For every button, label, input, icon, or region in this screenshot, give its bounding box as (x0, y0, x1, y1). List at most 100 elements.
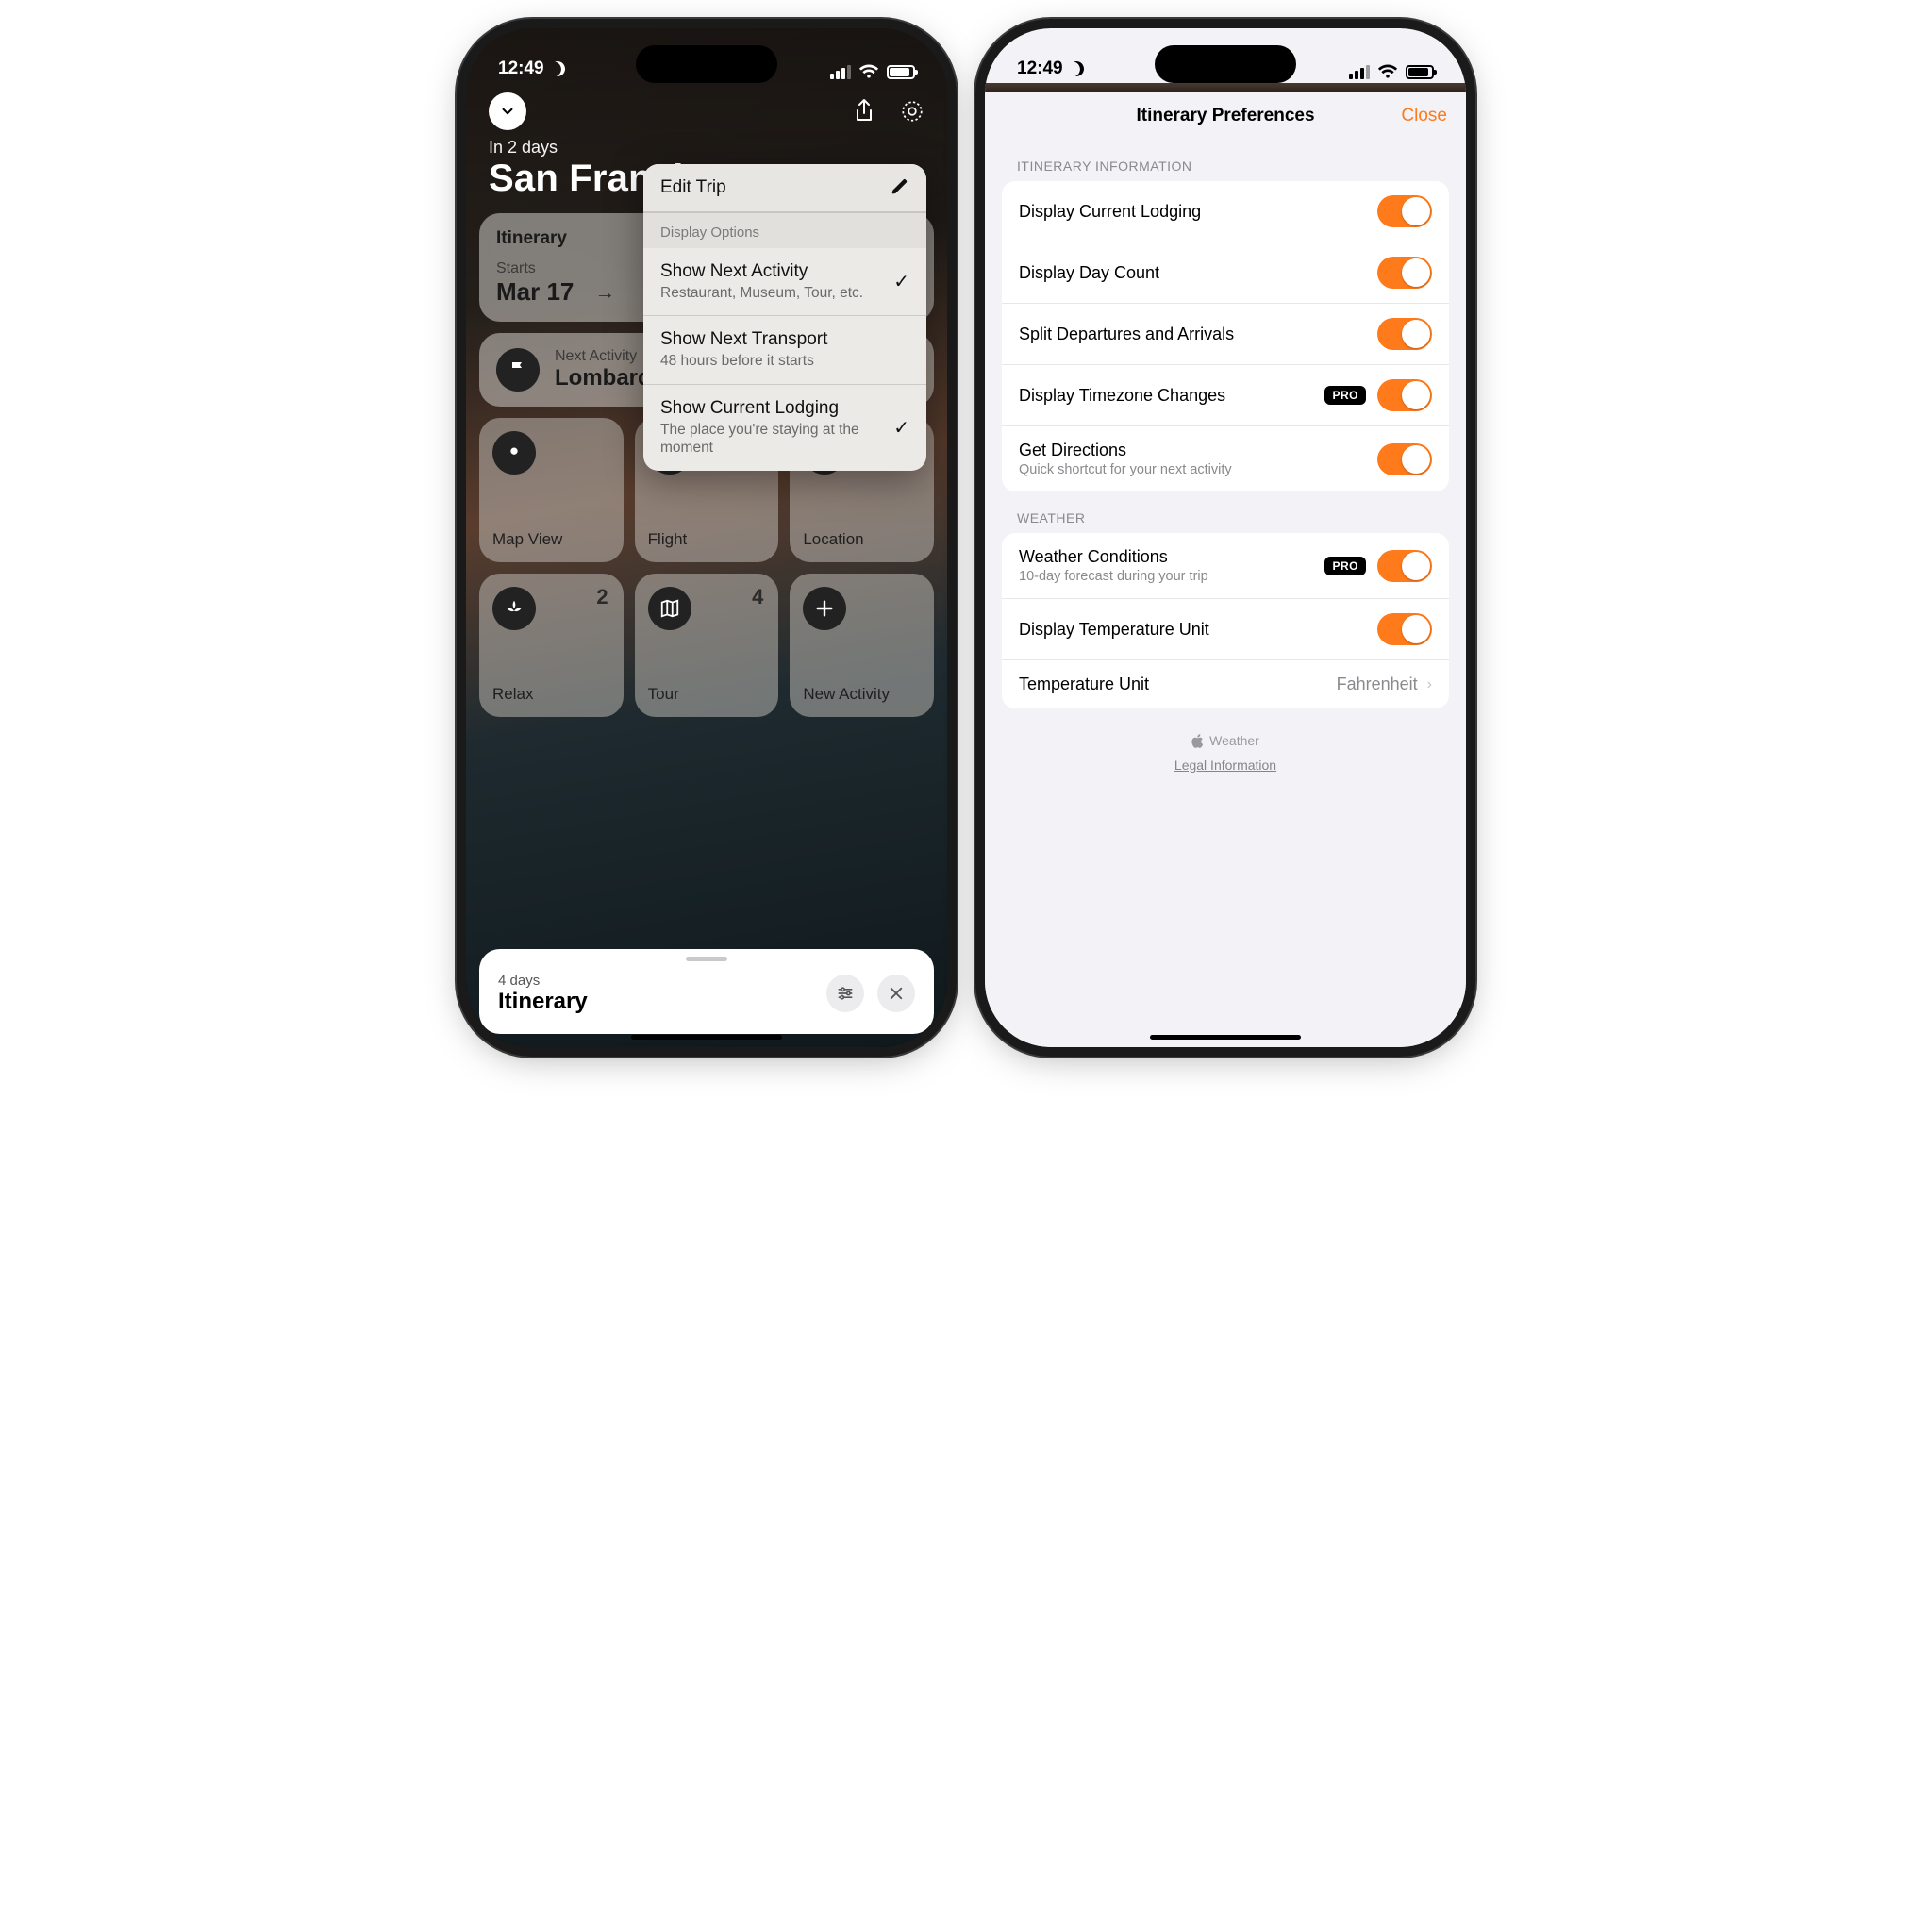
arrow-right-icon: → (594, 280, 615, 305)
tile-label: Flight (648, 530, 766, 549)
list-weather: Weather Conditions 10-day forecast durin… (1002, 533, 1449, 708)
dynamic-island (1155, 45, 1296, 83)
pro-badge: PRO (1324, 386, 1366, 405)
check-icon: ✓ (893, 270, 909, 293)
dynamic-island (636, 45, 777, 83)
menu-item-title: Show Current Lodging (660, 398, 884, 419)
row-title: Display Current Lodging (1019, 202, 1201, 222)
collapse-button[interactable] (489, 92, 526, 130)
section-header-weather: Weather (985, 491, 1466, 533)
map-icon (648, 587, 691, 630)
tile-label: Tour (648, 685, 766, 704)
row-title: Display Temperature Unit (1019, 620, 1209, 640)
menu-item-subtitle: 48 hours before it starts (660, 352, 827, 370)
filter-button[interactable] (826, 975, 864, 1012)
sliders-icon (836, 984, 855, 1003)
legal-link[interactable]: Legal Information (1174, 758, 1276, 773)
map-pin-icon (492, 431, 536, 475)
row-display-temp-unit[interactable]: Display Temperature Unit (1002, 599, 1449, 660)
dnd-moon-icon (547, 59, 567, 79)
row-title: Display Timezone Changes (1019, 386, 1225, 406)
signal-icon (1349, 65, 1370, 79)
menu-item-subtitle: Restaurant, Museum, Tour, etc. (660, 284, 863, 302)
row-get-directions[interactable]: Get Directions Quick shortcut for your n… (1002, 426, 1449, 491)
chevron-down-icon (499, 103, 516, 120)
page-title: Itinerary Preferences (1136, 106, 1314, 126)
close-button[interactable]: Close (1401, 106, 1447, 126)
screen: 12:49 Itinerary Preferences Close Itiner… (985, 28, 1466, 1047)
row-day-count[interactable]: Display Day Count (1002, 242, 1449, 304)
menu-item-title: Edit Trip (660, 177, 726, 198)
toggle[interactable] (1377, 195, 1432, 227)
wifi-icon (1377, 64, 1398, 79)
home-indicator[interactable] (631, 1035, 782, 1040)
row-temperature-unit[interactable]: Temperature Unit Fahrenheit › (1002, 660, 1449, 708)
status-time: 12:49 (498, 58, 544, 79)
menu-show-next-transport[interactable]: Show Next Transport 48 hours before it s… (643, 316, 926, 384)
row-timezone-changes[interactable]: Display Timezone Changes PRO (1002, 365, 1449, 426)
footer: Weather Legal Information (985, 733, 1466, 773)
menu-item-title: Show Next Transport (660, 329, 827, 350)
menu-edit-trip[interactable]: Edit Trip (643, 164, 926, 212)
phone-left: 12:49 (466, 28, 947, 1047)
row-title: Get Directions (1019, 441, 1232, 460)
card-peek (985, 83, 1466, 92)
dnd-moon-icon (1066, 59, 1086, 79)
toggle[interactable] (1377, 550, 1432, 582)
row-title: Split Departures and Arrivals (1019, 325, 1234, 344)
chevron-right-icon: › (1427, 676, 1432, 693)
row-title: Temperature Unit (1019, 675, 1149, 694)
spa-icon (492, 587, 536, 630)
settings-gear-button[interactable] (900, 99, 924, 124)
row-value: Fahrenheit (1337, 675, 1418, 694)
close-icon (888, 985, 905, 1002)
wifi-icon (858, 64, 879, 79)
tile-tour[interactable]: 4 Tour (635, 574, 779, 718)
footer-provider: Weather (1209, 733, 1259, 748)
plus-icon (803, 587, 846, 630)
row-subtitle: Quick shortcut for your next activity (1019, 462, 1232, 477)
toggle[interactable] (1377, 257, 1432, 289)
sheet-title: Itinerary (498, 989, 588, 1015)
tile-new-activity[interactable]: New Activity (790, 574, 934, 718)
tile-label: Relax (492, 685, 610, 704)
status-time: 12:49 (1017, 58, 1063, 79)
tile-label: Location (803, 530, 921, 549)
toggle[interactable] (1377, 613, 1432, 645)
sheet-subtitle: 4 days (498, 973, 588, 989)
sheet-handle[interactable] (686, 957, 727, 961)
menu-item-title: Show Next Activity (660, 261, 863, 282)
tile-label: New Activity (803, 685, 921, 704)
flag-icon (496, 348, 540, 392)
signal-icon (830, 65, 851, 79)
list-itinerary-info: Display Current Lodging Display Day Coun… (1002, 181, 1449, 491)
pro-badge: PRO (1324, 557, 1366, 575)
row-current-lodging[interactable]: Display Current Lodging (1002, 181, 1449, 242)
check-icon: ✓ (893, 416, 909, 440)
menu-show-next-activity[interactable]: Show Next Activity Restaurant, Museum, T… (643, 248, 926, 316)
modal-sheet: Itinerary Preferences Close Itinerary In… (985, 92, 1466, 1047)
close-sheet-button[interactable] (877, 975, 915, 1012)
phone-right: 12:49 Itinerary Preferences Close Itiner… (985, 28, 1466, 1047)
tile-relax[interactable]: 2 Relax (479, 574, 624, 718)
tile-map-view[interactable]: Map View (479, 418, 624, 562)
toggle[interactable] (1377, 443, 1432, 475)
starts-value: Mar 17 (496, 277, 574, 307)
battery-icon (887, 65, 915, 79)
pencil-icon (891, 177, 909, 196)
row-split-departures[interactable]: Split Departures and Arrivals (1002, 304, 1449, 365)
bottom-sheet[interactable]: 4 days Itinerary (479, 949, 934, 1034)
section-header-info: Itinerary Information (985, 140, 1466, 181)
tile-count: 2 (596, 585, 608, 609)
share-button[interactable] (853, 98, 875, 125)
row-title: Display Day Count (1019, 263, 1159, 283)
toggle[interactable] (1377, 318, 1432, 350)
tile-label: Map View (492, 530, 610, 549)
home-indicator[interactable] (1150, 1035, 1301, 1040)
apple-logo-icon (1191, 734, 1204, 748)
menu-show-current-lodging[interactable]: Show Current Lodging The place you're st… (643, 385, 926, 471)
row-weather-conditions[interactable]: Weather Conditions 10-day forecast durin… (1002, 533, 1449, 599)
menu-item-subtitle: The place you're staying at the moment (660, 421, 884, 458)
trip-countdown: In 2 days (489, 138, 924, 158)
toggle[interactable] (1377, 379, 1432, 411)
